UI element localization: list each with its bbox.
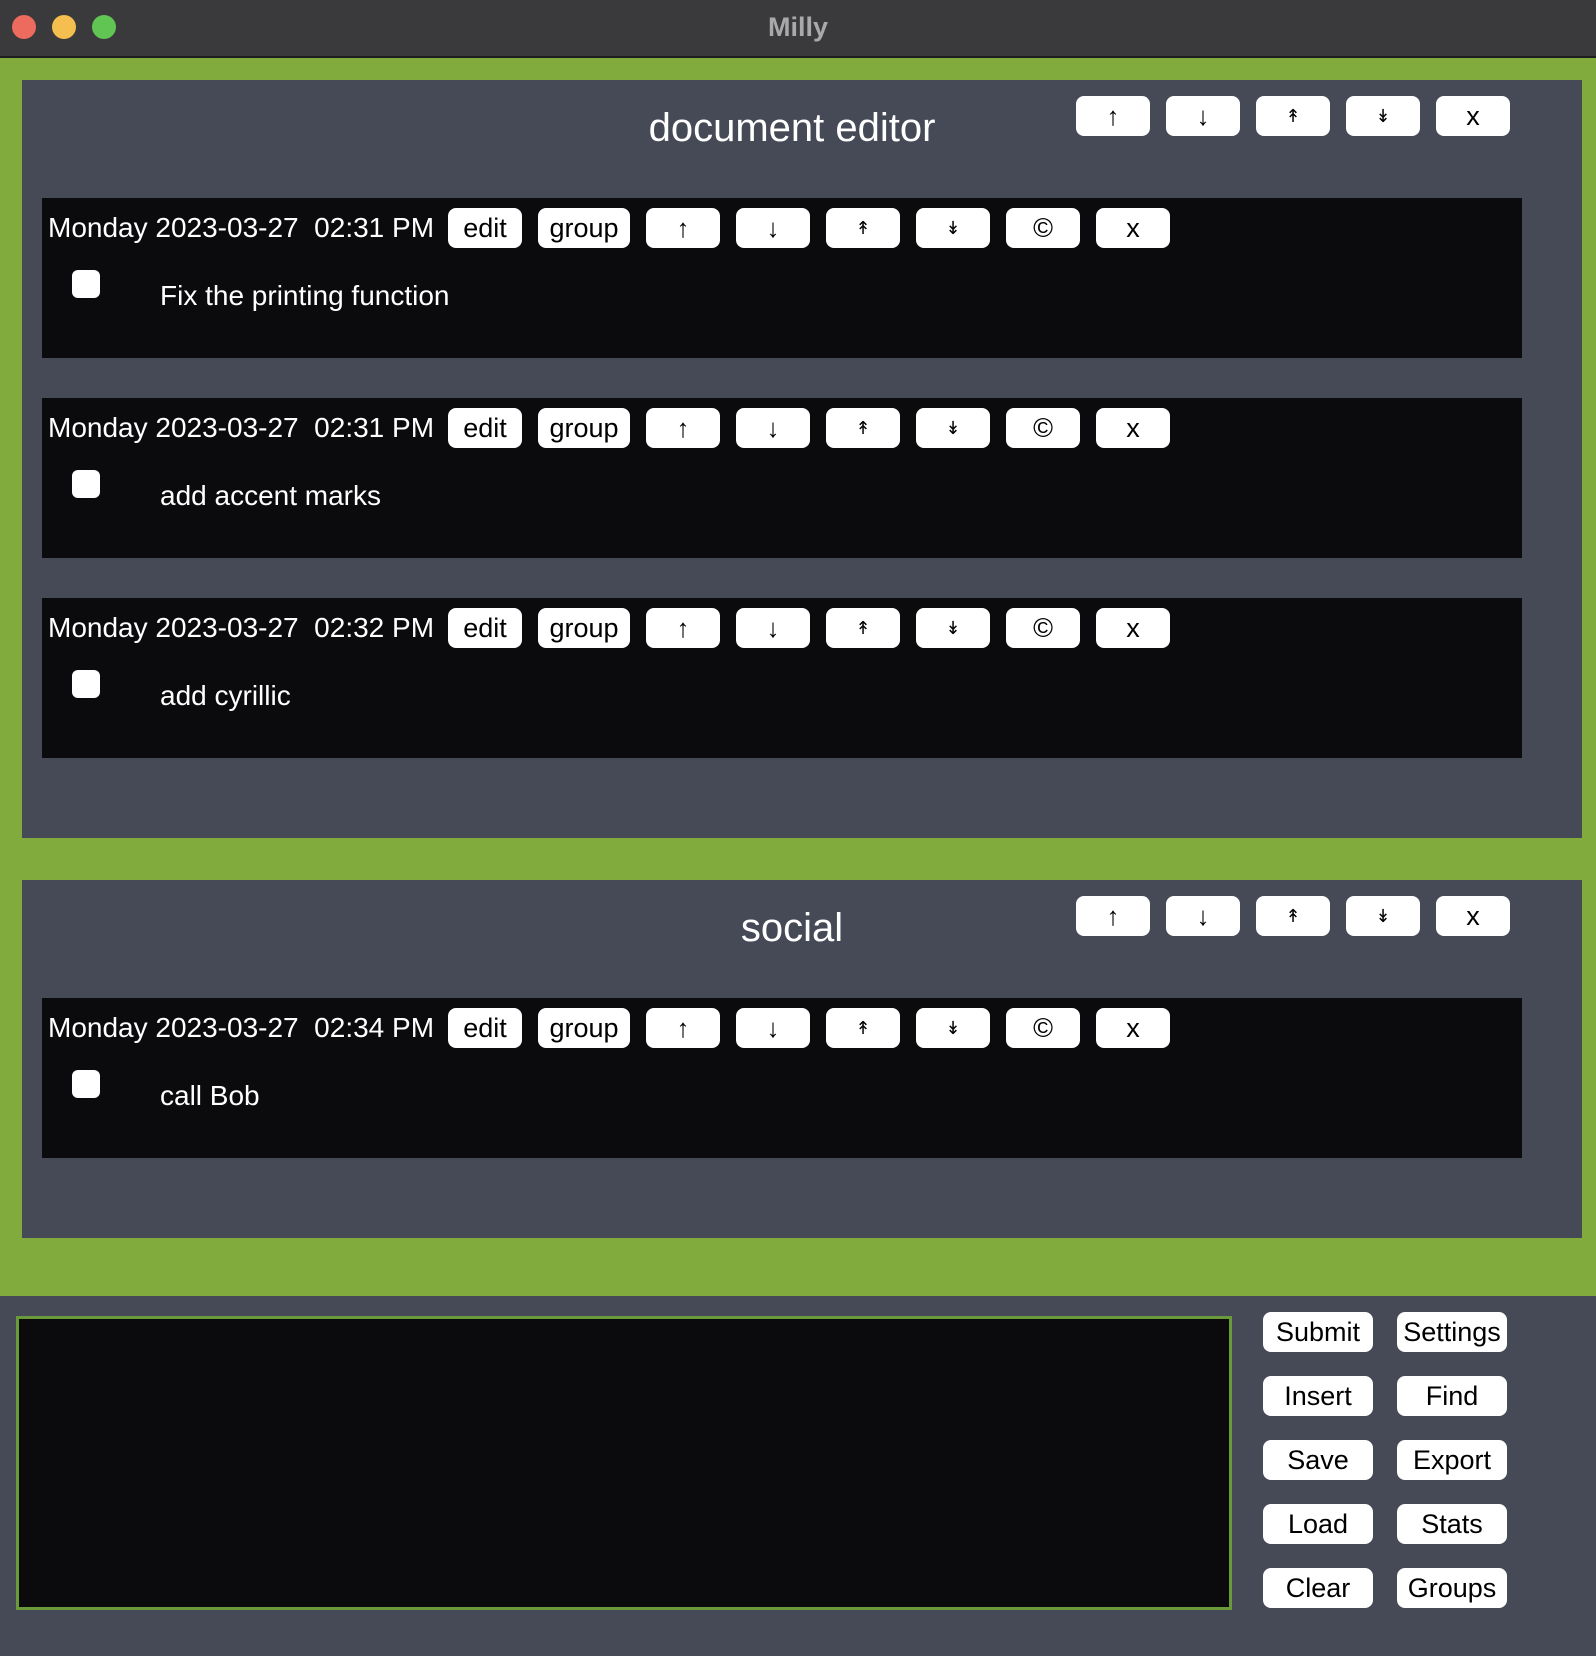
task-delete-button[interactable]: x xyxy=(1096,408,1171,448)
task-move-top-button[interactable]: ↟ xyxy=(826,408,901,448)
task-header: Monday 2023-03-27 02:31 PM edit group ↑ … xyxy=(48,208,1186,248)
task-move-down-button[interactable]: ↓ xyxy=(736,208,811,248)
task-copy-button[interactable]: © xyxy=(1006,408,1081,448)
export-button[interactable]: Export xyxy=(1397,1440,1507,1480)
group-delete-button[interactable]: x xyxy=(1436,896,1510,936)
group-move-bottom-button[interactable]: ↡ xyxy=(1346,896,1420,936)
task-text: add cyrillic xyxy=(160,680,291,711)
group-controls: ↑ ↓ ↟ ↡ x xyxy=(1076,96,1510,136)
task-input-area[interactable] xyxy=(16,1316,1232,1610)
task-group-button[interactable]: group xyxy=(538,608,631,648)
task-move-up-button[interactable]: ↑ xyxy=(646,608,721,648)
task-copy-button[interactable]: © xyxy=(1006,208,1081,248)
group-move-bottom-button[interactable]: ↡ xyxy=(1346,96,1420,136)
group-move-up-button[interactable]: ↑ xyxy=(1076,96,1150,136)
task-move-top-button[interactable]: ↟ xyxy=(826,1008,901,1048)
task-group-button[interactable]: group xyxy=(538,208,631,248)
task-delete-button[interactable]: x xyxy=(1096,208,1171,248)
title-bar: Milly xyxy=(0,0,1596,58)
group-move-top-button[interactable]: ↟ xyxy=(1256,96,1330,136)
task-move-bottom-button[interactable]: ↡ xyxy=(916,208,991,248)
task-item: Monday 2023-03-27 02:34 PM edit group ↑ … xyxy=(42,998,1522,1158)
task-move-bottom-button[interactable]: ↡ xyxy=(916,1008,991,1048)
task-edit-button[interactable]: edit xyxy=(448,208,523,248)
task-checkbox[interactable] xyxy=(72,670,100,698)
group-panel-social: social ↑ ↓ ↟ ↡ x Monday 2023-03-27 02:34… xyxy=(22,880,1582,1238)
group-move-up-button[interactable]: ↑ xyxy=(1076,896,1150,936)
task-item: Monday 2023-03-27 02:31 PM edit group ↑ … xyxy=(42,198,1522,358)
task-item: Monday 2023-03-27 02:31 PM edit group ↑ … xyxy=(42,398,1522,558)
task-copy-button[interactable]: © xyxy=(1006,608,1081,648)
task-timestamp: Monday 2023-03-27 02:31 PM xyxy=(48,412,435,443)
action-buttons: Submit Settings Insert Find Save Export … xyxy=(1263,1312,1507,1608)
find-button[interactable]: Find xyxy=(1397,1376,1507,1416)
task-text: Fix the printing function xyxy=(160,280,450,311)
task-header: Monday 2023-03-27 02:32 PM edit group ↑ … xyxy=(48,608,1186,648)
task-header: Monday 2023-03-27 02:34 PM edit group ↑ … xyxy=(48,1008,1186,1048)
stats-button[interactable]: Stats xyxy=(1397,1504,1507,1544)
group-move-down-button[interactable]: ↓ xyxy=(1166,96,1240,136)
task-text: call Bob xyxy=(160,1080,260,1111)
settings-button[interactable]: Settings xyxy=(1397,1312,1507,1352)
group-controls: ↑ ↓ ↟ ↡ x xyxy=(1076,896,1510,936)
window-title: Milly xyxy=(767,12,828,42)
task-move-down-button[interactable]: ↓ xyxy=(736,408,811,448)
task-move-bottom-button[interactable]: ↡ xyxy=(916,408,991,448)
clear-button[interactable]: Clear xyxy=(1263,1568,1373,1608)
task-move-up-button[interactable]: ↑ xyxy=(646,208,721,248)
task-move-up-button[interactable]: ↑ xyxy=(646,408,721,448)
task-item: Monday 2023-03-27 02:32 PM edit group ↑ … xyxy=(42,598,1522,758)
groups-area: document editor ↑ ↓ ↟ ↡ x Monday 2023-03… xyxy=(0,58,1596,1296)
submit-button[interactable]: Submit xyxy=(1263,1312,1373,1352)
task-move-down-button[interactable]: ↓ xyxy=(736,608,811,648)
group-delete-button[interactable]: x xyxy=(1436,96,1510,136)
task-delete-button[interactable]: x xyxy=(1096,1008,1171,1048)
insert-button[interactable]: Insert xyxy=(1263,1376,1373,1416)
task-move-bottom-button[interactable]: ↡ xyxy=(916,608,991,648)
task-group-button[interactable]: group xyxy=(538,1008,631,1048)
task-checkbox[interactable] xyxy=(72,1070,100,1098)
save-button[interactable]: Save xyxy=(1263,1440,1373,1480)
task-checkbox[interactable] xyxy=(72,270,100,298)
task-text: add accent marks xyxy=(160,480,381,511)
group-move-down-button[interactable]: ↓ xyxy=(1166,896,1240,936)
task-copy-button[interactable]: © xyxy=(1006,1008,1081,1048)
task-timestamp: Monday 2023-03-27 02:32 PM xyxy=(48,612,435,643)
load-button[interactable]: Load xyxy=(1263,1504,1373,1544)
task-header: Monday 2023-03-27 02:31 PM edit group ↑ … xyxy=(48,408,1186,448)
task-delete-button[interactable]: x xyxy=(1096,608,1171,648)
task-timestamp: Monday 2023-03-27 02:31 PM xyxy=(48,212,435,243)
task-move-top-button[interactable]: ↟ xyxy=(826,608,901,648)
task-checkbox[interactable] xyxy=(72,470,100,498)
task-move-top-button[interactable]: ↟ xyxy=(826,208,901,248)
group-panel-document-editor: document editor ↑ ↓ ↟ ↡ x Monday 2023-03… xyxy=(22,80,1582,838)
task-edit-button[interactable]: edit xyxy=(448,1008,523,1048)
groups-button[interactable]: Groups xyxy=(1397,1568,1507,1608)
task-timestamp: Monday 2023-03-27 02:34 PM xyxy=(48,1012,435,1043)
task-edit-button[interactable]: edit xyxy=(448,608,523,648)
group-move-top-button[interactable]: ↟ xyxy=(1256,896,1330,936)
task-move-up-button[interactable]: ↑ xyxy=(646,1008,721,1048)
task-edit-button[interactable]: edit xyxy=(448,408,523,448)
task-group-button[interactable]: group xyxy=(538,408,631,448)
task-move-down-button[interactable]: ↓ xyxy=(736,1008,811,1048)
